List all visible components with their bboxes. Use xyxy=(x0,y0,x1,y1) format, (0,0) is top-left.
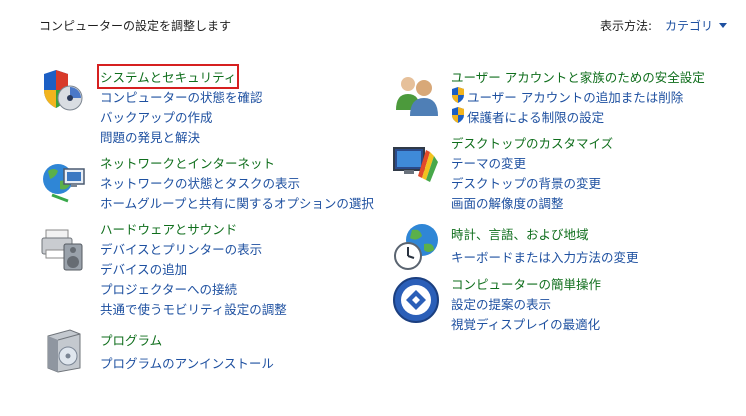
link-suggested-settings[interactable]: 設定の提案の表示 xyxy=(451,294,551,313)
network-globe-icon xyxy=(40,157,88,205)
category-clock-region[interactable]: 時計、言語、および地域 xyxy=(451,224,589,243)
users-icon xyxy=(392,70,440,118)
monitor-paint-icon xyxy=(392,140,440,188)
view-by-dropdown[interactable]: カテゴリ xyxy=(665,17,713,34)
printer-speaker-icon xyxy=(40,224,88,272)
programs-box-icon xyxy=(40,326,88,374)
category-programs[interactable]: プログラム xyxy=(100,330,162,349)
category-system-security[interactable]: システムとセキュリティ xyxy=(96,64,240,89)
link-optimize-display[interactable]: 視覚ディスプレイの最適化 xyxy=(451,314,600,333)
category-hardware-sound[interactable]: ハードウェアとサウンド xyxy=(100,219,237,238)
category-personalization[interactable]: デスクトップのカスタマイズ xyxy=(451,133,613,152)
link-uninstall-program[interactable]: プログラムのアンインストール xyxy=(100,353,274,372)
uac-shield-icon xyxy=(451,107,465,123)
link-adjust-resolution[interactable]: 画面の解像度の調整 xyxy=(451,193,564,212)
link-devices-printers[interactable]: デバイスとプリンターの表示 xyxy=(100,239,262,258)
link-find-fix-problems[interactable]: 問題の発見と解決 xyxy=(100,127,200,146)
link-add-remove-accounts[interactable]: ユーザー アカウントの追加または削除 xyxy=(467,87,683,106)
chevron-down-icon[interactable] xyxy=(719,23,727,28)
link-change-background[interactable]: デスクトップの背景の変更 xyxy=(451,173,601,192)
link-mobility-settings[interactable]: 共通で使うモビリティ設定の調整 xyxy=(100,299,287,318)
category-network-internet[interactable]: ネットワークとインターネット xyxy=(100,153,275,172)
link-check-computer-status[interactable]: コンピューターの状態を確認 xyxy=(100,87,263,106)
clock-globe-icon xyxy=(392,222,440,270)
link-homegroup-sharing[interactable]: ホームグループと共有に関するオプションの選択 xyxy=(100,193,374,212)
category-user-accounts[interactable]: ユーザー アカウントと家族のための安全設定 xyxy=(451,67,705,86)
ease-of-access-icon xyxy=(392,276,440,324)
link-network-status[interactable]: ネットワークの状態とタスクの表示 xyxy=(100,173,300,192)
link-create-backup[interactable]: バックアップの作成 xyxy=(100,107,213,126)
link-add-device[interactable]: デバイスの追加 xyxy=(100,259,187,278)
link-connect-projector[interactable]: プロジェクターへの接続 xyxy=(100,279,237,298)
category-ease-of-access[interactable]: コンピューターの簡単操作 xyxy=(451,274,601,293)
link-parental-controls[interactable]: 保護者による制限の設定 xyxy=(467,107,604,126)
shield-security-icon xyxy=(40,68,88,116)
link-change-theme[interactable]: テーマの変更 xyxy=(451,153,526,172)
view-by-label: 表示方法: xyxy=(600,19,653,33)
uac-shield-icon xyxy=(451,87,465,103)
link-change-keyboard[interactable]: キーボードまたは入力方法の変更 xyxy=(451,247,639,266)
page-title: コンピューターの設定を調整します xyxy=(39,19,232,33)
